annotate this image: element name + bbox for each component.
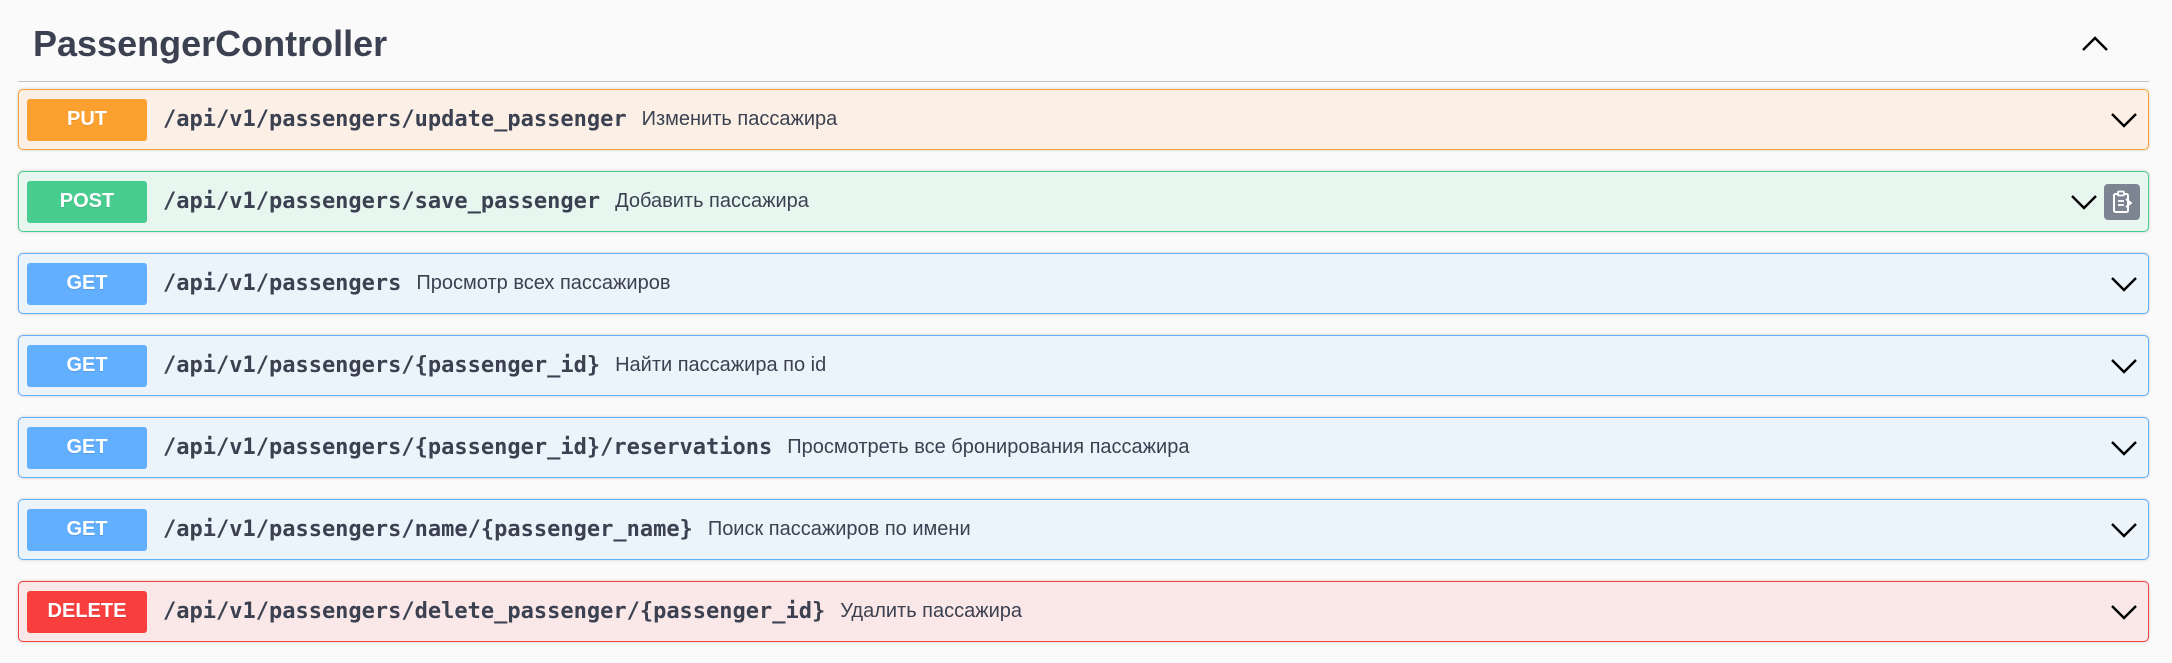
method-badge: GET [27, 508, 147, 551]
method-badge: POST [27, 180, 147, 223]
chevron-down-icon [2071, 194, 2097, 210]
operation-summary: Изменить пассажира [641, 108, 838, 130]
operation-summary: Добавить пассажира [615, 190, 809, 212]
chevron-up-icon [2082, 36, 2108, 51]
operation-summary: Просмотреть все бронирования пассажира [787, 436, 1190, 458]
operation-path: /api/v1/passengers/{passenger_id}/reserv… [163, 435, 773, 460]
passenger-controller-section: PassengerController PUT /api/v1/passenge… [18, 0, 2149, 642]
expand-operation-button[interactable] [2106, 266, 2142, 302]
operation-summary: Поиск пассажиров по имени [707, 518, 971, 540]
operation-put-update-passenger[interactable]: PUT /api/v1/passengers/update_passenger … [18, 89, 2149, 150]
expand-operation-button[interactable] [2066, 184, 2102, 220]
operation-path: /api/v1/passengers/name/{passenger_name} [163, 517, 693, 542]
chevron-down-icon [2111, 112, 2137, 128]
operation-summary: Просмотр всех пассажиров [416, 272, 671, 294]
method-badge: GET [27, 426, 147, 469]
expand-operation-button[interactable] [2106, 102, 2142, 138]
operation-get-passenger-reservations[interactable]: GET /api/v1/passengers/{passenger_id}/re… [18, 417, 2149, 478]
copy-to-clipboard-button[interactable] [2104, 183, 2140, 220]
chevron-down-icon [2111, 604, 2137, 620]
chevron-down-icon [2111, 276, 2137, 292]
chevron-down-icon [2111, 358, 2137, 374]
operation-path: /api/v1/passengers/save_passenger [163, 189, 601, 214]
operation-path: /api/v1/passengers [163, 271, 402, 296]
section-title: PassengerController [33, 23, 388, 64]
operation-get-passengers[interactable]: GET /api/v1/passengers Просмотр всех пас… [18, 253, 2149, 314]
method-badge: DELETE [27, 590, 147, 633]
operation-get-passengers-by-name[interactable]: GET /api/v1/passengers/name/{passenger_n… [18, 499, 2149, 560]
operation-path: /api/v1/passengers/delete_passenger/{pas… [163, 599, 826, 624]
method-badge: GET [27, 262, 147, 305]
clipboard-copy-icon [2113, 190, 2133, 213]
expand-operation-button[interactable] [2106, 430, 2142, 466]
operation-delete-passenger[interactable]: DELETE /api/v1/passengers/delete_passeng… [18, 581, 2149, 642]
operations-list: PUT /api/v1/passengers/update_passenger … [18, 89, 2149, 663]
expand-operation-button[interactable] [2106, 348, 2142, 384]
operation-summary: Удалить пассажира [840, 600, 1023, 622]
expand-operation-button[interactable] [2106, 594, 2142, 630]
section-header[interactable]: PassengerController [18, 0, 2149, 82]
chevron-down-icon [2111, 522, 2137, 538]
collapse-section-button[interactable] [2075, 26, 2115, 62]
method-badge: PUT [27, 98, 147, 141]
operation-get-passenger-by-id[interactable]: GET /api/v1/passengers/{passenger_id} На… [18, 335, 2149, 396]
operation-path: /api/v1/passengers/update_passenger [163, 107, 627, 132]
method-badge: GET [27, 344, 147, 387]
operation-summary: Найти пассажира по id [615, 354, 827, 376]
expand-operation-button[interactable] [2106, 512, 2142, 548]
chevron-down-icon [2111, 440, 2137, 456]
operation-post-save-passenger[interactable]: POST /api/v1/passengers/save_passenger Д… [18, 171, 2149, 232]
operation-path: /api/v1/passengers/{passenger_id} [163, 353, 601, 378]
